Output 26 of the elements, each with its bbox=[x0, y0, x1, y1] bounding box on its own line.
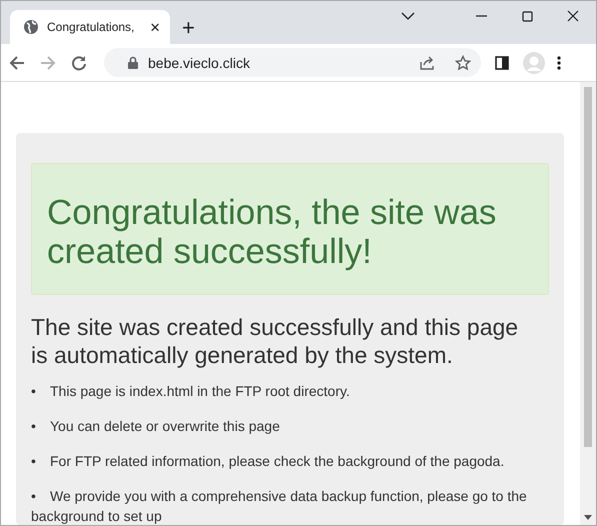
globe-icon[interactable] bbox=[23, 19, 39, 35]
star-icon[interactable] bbox=[455, 54, 471, 70]
browser-tab[interactable]: Congratulations, × bbox=[10, 10, 170, 44]
back-arrow-icon[interactable] bbox=[9, 54, 25, 70]
list-item: • This page is index.html in the FTP root directory. bbox=[31, 382, 351, 401]
address-bar[interactable]: bebe.vieclo.click bbox=[104, 48, 481, 77]
share-icon[interactable] bbox=[419, 54, 435, 70]
maximize-icon[interactable] bbox=[522, 10, 532, 22]
more-menu-icon[interactable] bbox=[557, 56, 561, 70]
list-item: • We provide you with a comprehensive data backup function, please go to the background to set up bbox=[31, 487, 528, 525]
scrollbar[interactable] bbox=[580, 82, 596, 525]
list-item: • For FTP related information, please check the background of the pagoda. bbox=[31, 452, 506, 471]
close-tab-button[interactable]: × bbox=[150, 18, 160, 36]
close-icon[interactable] bbox=[567, 10, 579, 22]
reload-icon[interactable] bbox=[71, 54, 87, 70]
list-item: • You can delete or overwrite this page bbox=[31, 417, 281, 436]
chevron-down-icon[interactable] bbox=[401, 12, 415, 20]
tab-title: Congratulations, bbox=[47, 20, 136, 34]
side-panel-icon[interactable] bbox=[495, 56, 509, 70]
page-heading: The site was created successfully and this page is automatically generated by the system. bbox=[31, 313, 520, 369]
url-text: bebe.vieclo.click bbox=[148, 54, 251, 70]
minimize-icon[interactable] bbox=[476, 15, 486, 17]
success-alert: Congratulations, the site was created successfully! bbox=[31, 163, 549, 295]
lock-icon[interactable] bbox=[128, 56, 138, 69]
new-tab-button[interactable]: + bbox=[182, 17, 195, 39]
scroll-down-icon[interactable] bbox=[584, 515, 592, 520]
